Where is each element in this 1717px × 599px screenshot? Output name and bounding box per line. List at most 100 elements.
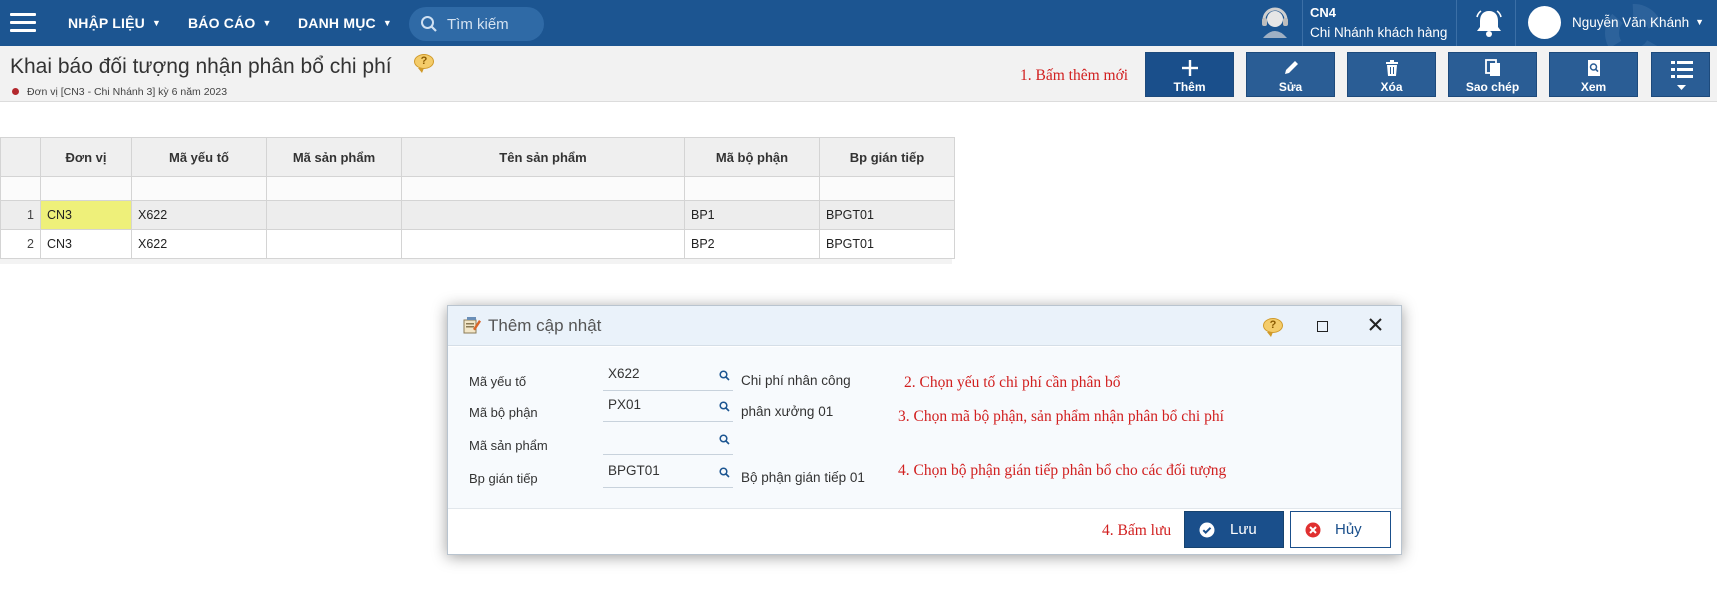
filter-cell[interactable] bbox=[684, 176, 820, 201]
field-description: phân xưởng 01 bbox=[741, 404, 834, 419]
nav-menu-label: NHẬP LIỆU bbox=[68, 15, 145, 31]
filter-cell[interactable] bbox=[131, 176, 267, 201]
lookup-search-icon[interactable] bbox=[719, 467, 730, 478]
field-label: Mã sản phẩm bbox=[469, 438, 548, 453]
table-cell[interactable] bbox=[401, 229, 685, 259]
field-description: Bộ phận gián tiếp 01 bbox=[741, 470, 865, 485]
grid-header-row: Đơn vị Mã yếu tố Mã sản phẩm Tên sản phẩ… bbox=[0, 137, 955, 177]
cancel-circle-icon bbox=[1305, 522, 1321, 538]
close-icon[interactable] bbox=[1369, 318, 1382, 331]
page-title: Khai báo đối tượng nhận phân bổ chi phí bbox=[10, 55, 392, 78]
add-button[interactable]: Thêm bbox=[1145, 52, 1234, 97]
field-label: Mã bộ phận bbox=[469, 405, 538, 420]
divider bbox=[1302, 0, 1303, 46]
table-cell[interactable]: X622 bbox=[131, 229, 267, 259]
cost-element-field[interactable]: X622 bbox=[603, 358, 733, 391]
help-icon[interactable]: ? bbox=[414, 54, 434, 73]
table-cell[interactable] bbox=[401, 200, 685, 230]
page-subtitle: Đơn vị [CN3 - Chi Nhánh 3] kỳ 6 năm 2023 bbox=[12, 86, 227, 98]
table-cell[interactable]: BPGT01 bbox=[819, 200, 955, 230]
filter-cell[interactable] bbox=[819, 176, 955, 201]
indirect-department-field[interactable]: BPGT01 bbox=[603, 455, 733, 488]
copy-button-label: Sao chép bbox=[1465, 80, 1520, 94]
update-dialog: Thêm cập nhật ? Mã yếu tố X622 Chi phí n… bbox=[447, 305, 1402, 555]
lookup-search-icon[interactable] bbox=[719, 370, 730, 381]
row-number: 1 bbox=[0, 200, 41, 230]
caret-down-icon: ▼ bbox=[152, 18, 162, 28]
table-row[interactable]: 1 CN3 X622 BP1 BPGT01 bbox=[0, 200, 955, 230]
user-menu[interactable]: Nguyễn Văn Khánh ▼ bbox=[1572, 15, 1704, 30]
lookup-search-icon[interactable] bbox=[719, 401, 730, 412]
nav-menu-label: BÁO CÁO bbox=[188, 15, 256, 31]
hamburger-menu-icon[interactable] bbox=[10, 13, 36, 33]
product-field[interactable] bbox=[603, 422, 733, 455]
column-header[interactable]: Mã sản phẩm bbox=[266, 137, 402, 177]
nav-menu-nhap-lieu[interactable]: NHẬP LIỆU ▼ bbox=[68, 15, 161, 31]
column-header[interactable]: Mã yếu tố bbox=[131, 137, 267, 177]
top-navbar: NHẬP LIỆU ▼ BÁO CÁO ▼ DANH MỤC ▼ Tìm kiếm C… bbox=[0, 0, 1717, 62]
branch-code[interactable]: CN4 bbox=[1310, 5, 1336, 20]
hint-step-4: 4. Chọn bộ phận gián tiếp phân bổ cho cá… bbox=[898, 462, 1227, 479]
lookup-search-icon[interactable] bbox=[719, 434, 730, 445]
filter-cell[interactable] bbox=[401, 176, 685, 201]
dialog-header[interactable]: Thêm cập nhật ? bbox=[448, 306, 1401, 346]
status-dot bbox=[12, 88, 19, 95]
customer-support-icon[interactable] bbox=[1258, 7, 1292, 39]
row-number-header bbox=[0, 137, 41, 177]
field-description: Chi phí nhân công bbox=[741, 373, 851, 388]
column-header[interactable]: Bp gián tiếp bbox=[819, 137, 955, 177]
search-box[interactable]: Tìm kiếm bbox=[409, 7, 544, 41]
avatar[interactable] bbox=[1528, 6, 1561, 39]
row-number: 2 bbox=[0, 229, 41, 259]
pencil-icon bbox=[1284, 61, 1298, 74]
more-menu-button[interactable] bbox=[1651, 52, 1710, 97]
dialog-body: Mã yếu tố X622 Chi phí nhân công 2. Chọn… bbox=[448, 347, 1401, 509]
table-cell[interactable] bbox=[266, 200, 402, 230]
edit-button[interactable]: Sửa bbox=[1246, 52, 1335, 97]
check-circle-icon bbox=[1199, 522, 1215, 538]
maximize-icon[interactable] bbox=[1317, 321, 1328, 332]
table-cell[interactable]: BPGT01 bbox=[819, 229, 955, 259]
nav-menu-bao-cao[interactable]: BÁO CÁO ▼ bbox=[188, 15, 272, 31]
table-cell[interactable]: X622 bbox=[131, 200, 267, 230]
department-field[interactable]: PX01 bbox=[603, 389, 733, 422]
caret-down-icon: ▼ bbox=[1695, 17, 1705, 27]
filter-row bbox=[0, 176, 955, 201]
add-button-label: Thêm bbox=[1173, 80, 1206, 94]
table-cell[interactable]: BP1 bbox=[684, 200, 820, 230]
save-button[interactable]: Lưu bbox=[1184, 511, 1284, 548]
copy-button[interactable]: Sao chép bbox=[1448, 52, 1537, 97]
filter-cell[interactable] bbox=[266, 176, 402, 201]
table-cell[interactable] bbox=[266, 229, 402, 259]
copy-icon bbox=[1484, 59, 1500, 76]
notification-bell-icon[interactable] bbox=[1474, 8, 1504, 38]
cancel-button-label: Hủy bbox=[1335, 521, 1362, 538]
branch-name[interactable]: Chi Nhánh khách hàng bbox=[1310, 25, 1447, 40]
dialog-title: Thêm cập nhật bbox=[488, 316, 602, 335]
column-header[interactable]: Tên sản phẩm bbox=[401, 137, 685, 177]
view-button[interactable]: Xem bbox=[1549, 52, 1638, 97]
field-value: PX01 bbox=[608, 397, 642, 412]
help-icon[interactable]: ? bbox=[1263, 318, 1283, 337]
caret-down-icon: ▼ bbox=[262, 18, 272, 28]
filter-cell bbox=[0, 176, 41, 201]
nav-menu-danh-muc[interactable]: DANH MỤC ▼ bbox=[298, 15, 392, 31]
divider bbox=[1515, 0, 1516, 46]
table-cell[interactable]: BP2 bbox=[684, 229, 820, 259]
column-header[interactable]: Mã bộ phận bbox=[684, 137, 820, 177]
table-row[interactable]: 2 CN3 X622 BP2 BPGT01 bbox=[0, 229, 955, 259]
cancel-button[interactable]: Hủy bbox=[1290, 511, 1391, 548]
delete-button[interactable]: Xóa bbox=[1347, 52, 1436, 97]
search-placeholder: Tìm kiếm bbox=[447, 16, 509, 33]
column-header[interactable]: Đơn vị bbox=[40, 137, 132, 177]
caret-down-icon bbox=[1677, 85, 1686, 90]
search-icon bbox=[421, 16, 437, 32]
plus-icon bbox=[1181, 60, 1198, 76]
filter-cell[interactable] bbox=[40, 176, 132, 201]
table-cell[interactable]: CN3 bbox=[40, 229, 132, 259]
nav-menu-label: DANH MỤC bbox=[298, 15, 376, 31]
table-cell[interactable]: CN3 bbox=[40, 200, 132, 230]
view-button-label: Xem bbox=[1580, 80, 1607, 94]
list-icon bbox=[1671, 61, 1693, 78]
caret-down-icon: ▼ bbox=[382, 18, 392, 28]
